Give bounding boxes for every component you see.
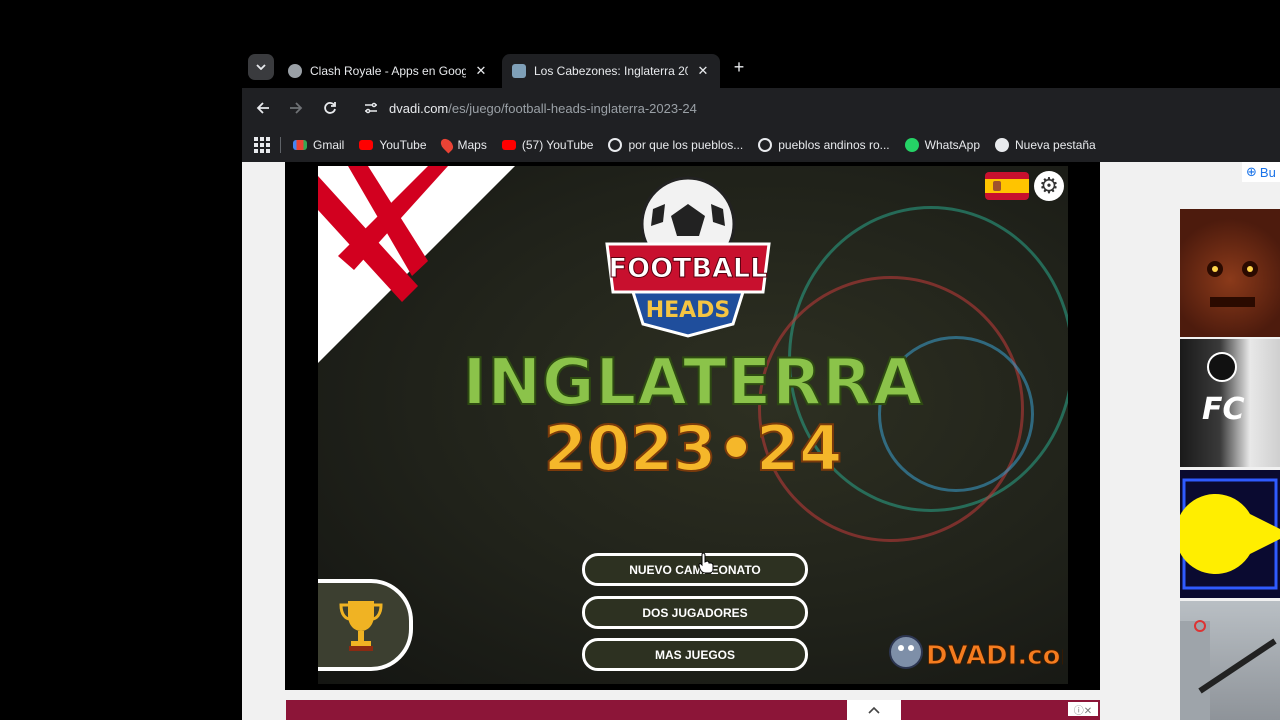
bookmark-label: Gmail bbox=[313, 138, 345, 152]
url-text[interactable]: dvadi.com/es/juego/football-heads-inglat… bbox=[389, 101, 697, 116]
google-icon bbox=[608, 138, 623, 152]
tab-search-button[interactable] bbox=[248, 54, 274, 80]
logo-line1: FOOTBALL bbox=[609, 253, 768, 284]
spain-flag-icon[interactable] bbox=[985, 172, 1029, 200]
mas-juegos-button[interactable]: MAS JUEGOS bbox=[582, 638, 808, 671]
forward-button[interactable] bbox=[285, 97, 307, 119]
reload-button[interactable] bbox=[319, 97, 341, 119]
ad-banner[interactable] bbox=[286, 700, 1100, 720]
bookmark-whatsapp[interactable]: WhatsApp bbox=[904, 138, 980, 152]
bookmark-youtube-57[interactable]: (57) YouTube bbox=[501, 138, 594, 152]
football-heads-logo: FOOTBALL HEADS bbox=[605, 176, 771, 338]
trophy-button[interactable] bbox=[318, 579, 413, 671]
svg-text:FC: FC bbox=[1202, 392, 1245, 427]
globe-icon bbox=[995, 138, 1009, 152]
game-thumbnail-fnaf[interactable] bbox=[1180, 209, 1280, 337]
reload-icon bbox=[324, 102, 336, 114]
toolbar: dvadi.com/es/juego/football-heads-inglat… bbox=[242, 88, 1280, 128]
globe-icon bbox=[288, 64, 302, 78]
trophy-icon bbox=[338, 601, 383, 651]
whatsapp-icon bbox=[904, 138, 919, 152]
bookmark-maps[interactable]: Maps bbox=[438, 136, 487, 154]
dos-jugadores-button[interactable]: DOS JUGADORES bbox=[582, 596, 808, 629]
bookmark-gmail[interactable]: Gmail bbox=[293, 138, 344, 152]
bookmark-label: Maps bbox=[457, 138, 487, 152]
nuevo-campeonato-button[interactable]: NUEVO CAMPEONATO bbox=[582, 553, 808, 586]
ad-info-icon[interactable]: ⓘ✕ bbox=[1068, 702, 1098, 717]
gmail-icon bbox=[293, 140, 307, 150]
site-info-icon[interactable] bbox=[360, 97, 382, 119]
browser-chrome: Clash Royale - Apps en Google ✕ Los Cabe… bbox=[242, 48, 1280, 162]
headline-inglaterra: INGLATERRA bbox=[462, 345, 924, 421]
ad-collapse-button[interactable] bbox=[847, 700, 901, 720]
headline-season: 2023•24 bbox=[543, 411, 843, 486]
arrow-left-icon bbox=[256, 102, 269, 114]
bookmark-label: (57) YouTube bbox=[521, 138, 594, 152]
bookmark-label: por que los pueblos... bbox=[628, 138, 744, 152]
bookmark-label: Nueva pestaña bbox=[1015, 138, 1096, 152]
address-bar[interactable]: dvadi.com/es/juego/football-heads-inglat… bbox=[356, 93, 1280, 123]
arrow-right-icon bbox=[290, 102, 303, 114]
url-host: dvadi.com bbox=[389, 101, 449, 116]
bookmark-label: WhatsApp bbox=[924, 138, 980, 152]
google-icon bbox=[758, 138, 773, 152]
game-thumbnail-fc-mobile[interactable]: FC bbox=[1180, 339, 1280, 467]
game-thumbnail-sniper[interactable] bbox=[1180, 601, 1280, 720]
side-action-button[interactable]: ⊕ Bu bbox=[1242, 162, 1280, 182]
youtube-icon bbox=[501, 140, 516, 150]
game-thumbnail-pacman[interactable] bbox=[1180, 470, 1280, 598]
tab-clash-royale[interactable]: Clash Royale - Apps en Google ✕ bbox=[278, 54, 498, 88]
tab-los-cabezones[interactable]: Los Cabezones: Inglaterra 2023 ✕ bbox=[502, 54, 720, 88]
new-tab-button[interactable]: + bbox=[730, 57, 748, 77]
bookmark-label: YouTube bbox=[379, 138, 427, 152]
tab-strip: Clash Royale - Apps en Google ✕ Los Cabe… bbox=[242, 48, 1280, 88]
logo-line2: HEADS bbox=[646, 298, 731, 323]
tab-title: Los Cabezones: Inglaterra 2023 bbox=[534, 64, 688, 78]
bookmark-por-que-los-pueblos[interactable]: por que los pueblos... bbox=[608, 138, 743, 152]
bookmark-pueblos-andinos[interactable]: pueblos andinos ro... bbox=[758, 138, 890, 152]
url-path: /es/juego/football-heads-inglaterra-2023… bbox=[448, 101, 697, 116]
apps-grid-icon[interactable] bbox=[254, 137, 270, 153]
chevron-down-icon bbox=[256, 64, 266, 70]
dvadi-favicon-icon bbox=[512, 64, 526, 78]
close-tab-icon[interactable]: ✕ bbox=[694, 62, 712, 80]
web-page: FOOTBALL HEADS INGLATERRA 2023•24 ⚙ NUEV… bbox=[242, 162, 1280, 720]
bookmarks-divider bbox=[280, 137, 281, 153]
england-flag-corner bbox=[318, 166, 515, 363]
bookmarks-bar: Gmail YouTube Maps (57) YouTube por que … bbox=[242, 128, 1280, 162]
bookmark-label: pueblos andinos ro... bbox=[778, 138, 890, 152]
bookmark-nueva-pestana[interactable]: Nueva pestaña bbox=[995, 138, 1096, 152]
maps-icon bbox=[438, 136, 455, 154]
close-tab-icon[interactable]: ✕ bbox=[472, 62, 490, 80]
youtube-icon bbox=[359, 140, 374, 150]
game-canvas[interactable]: FOOTBALL HEADS INGLATERRA 2023•24 ⚙ NUEV… bbox=[318, 166, 1068, 684]
hand-cursor-icon bbox=[698, 552, 714, 574]
dvadi-brand-text: DVADI.com bbox=[926, 641, 1063, 671]
gear-icon[interactable]: ⚙ bbox=[1034, 171, 1064, 201]
chevron-up-icon bbox=[868, 706, 880, 714]
bookmark-youtube[interactable]: YouTube bbox=[359, 138, 427, 152]
game-frame: FOOTBALL HEADS INGLATERRA 2023•24 ⚙ NUEV… bbox=[285, 162, 1100, 690]
back-button[interactable] bbox=[252, 97, 274, 119]
dvadi-logo[interactable]: DVADI.com bbox=[888, 624, 1063, 676]
plus-circle-icon: ⊕ bbox=[1246, 164, 1257, 179]
side-button-label: Bu bbox=[1259, 164, 1276, 180]
tab-title: Clash Royale - Apps en Google bbox=[310, 64, 466, 78]
